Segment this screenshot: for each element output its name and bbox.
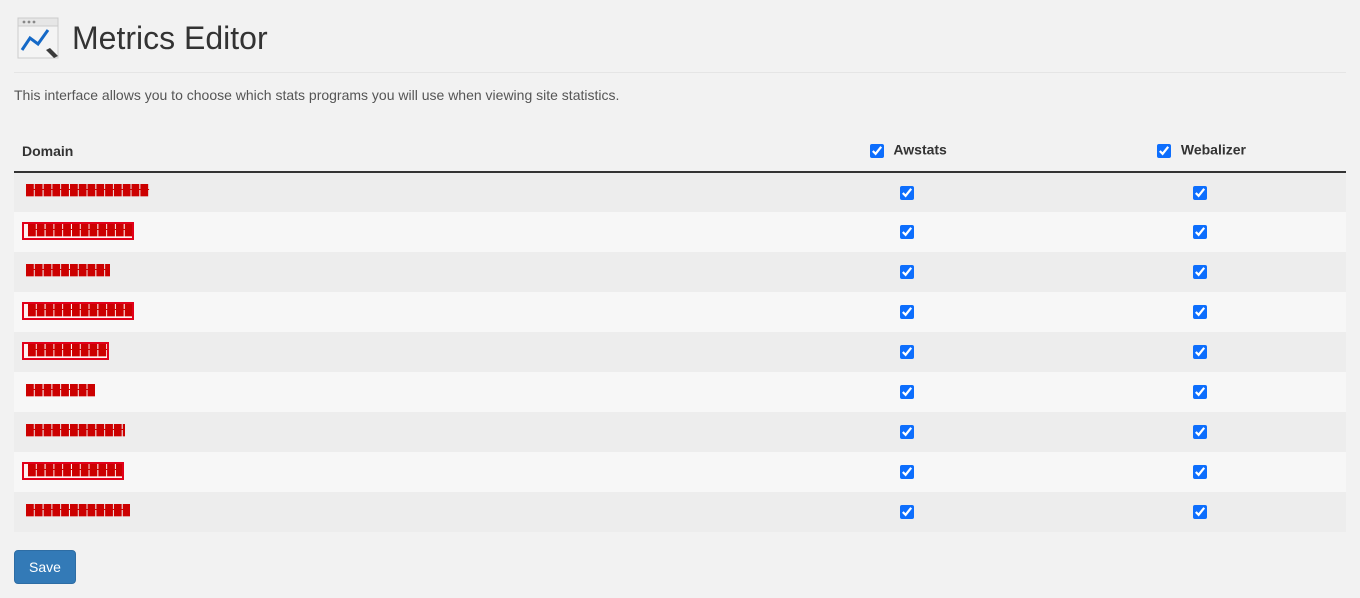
webalizer-cell <box>1053 332 1346 372</box>
domain-cell: ██████████████ <box>14 172 760 212</box>
webalizer-checkbox[interactable] <box>1193 425 1207 439</box>
webalizer-checkbox[interactable] <box>1193 345 1207 359</box>
metrics-icon <box>14 14 62 62</box>
webalizer-cell <box>1053 292 1346 332</box>
domain-cell: ██████████████ <box>14 292 760 332</box>
webalizer-cell <box>1053 412 1346 452</box>
domain-cell: █████████████ <box>14 212 760 252</box>
awstats-checkbox[interactable] <box>900 265 914 279</box>
column-header-webalizer: Webalizer <box>1053 131 1346 172</box>
page-title: Metrics Editor <box>72 20 268 57</box>
webalizer-checkbox[interactable] <box>1193 225 1207 239</box>
awstats-checkbox[interactable] <box>900 465 914 479</box>
awstats-checkbox[interactable] <box>900 186 914 200</box>
awstats-header-label: Awstats <box>893 142 946 158</box>
webalizer-header-label: Webalizer <box>1181 142 1246 158</box>
page-description: This interface allows you to choose whic… <box>14 87 1346 103</box>
webalizer-cell <box>1053 452 1346 492</box>
domain-cell: ██████████ <box>14 252 760 292</box>
awstats-checkbox[interactable] <box>900 225 914 239</box>
webalizer-checkbox[interactable] <box>1193 265 1207 279</box>
awstats-checkbox[interactable] <box>900 385 914 399</box>
table-body: ████████████████████████████████████████… <box>14 172 1346 532</box>
domain-redacted: ████████████ <box>22 462 124 480</box>
table-row: ████████████ <box>14 452 1346 492</box>
domain-cell: ████████████ <box>14 452 760 492</box>
webalizer-checkbox[interactable] <box>1193 305 1207 319</box>
metrics-table: Domain Awstats Webalizer ███████████████… <box>14 131 1346 532</box>
awstats-cell <box>760 452 1053 492</box>
awstats-cell <box>760 492 1053 532</box>
awstats-checkbox[interactable] <box>900 425 914 439</box>
awstats-cell <box>760 372 1053 412</box>
domain-redacted: ██████████ <box>22 342 109 360</box>
webalizer-checkbox[interactable] <box>1193 465 1207 479</box>
table-row: █████████████ <box>14 412 1346 452</box>
webalizer-checkbox[interactable] <box>1193 385 1207 399</box>
table-row: ██████████████ <box>14 292 1346 332</box>
domain-cell: ██████████████ <box>14 492 760 532</box>
webalizer-checkbox[interactable] <box>1193 505 1207 519</box>
column-header-awstats: Awstats <box>760 131 1053 172</box>
domain-redacted: █████████████ <box>22 424 125 438</box>
table-row: ██████████ <box>14 252 1346 292</box>
awstats-cell <box>760 212 1053 252</box>
awstats-checkbox[interactable] <box>900 505 914 519</box>
table-row: █████████████ <box>14 212 1346 252</box>
domain-cell: ██████████ <box>14 332 760 372</box>
table-row: ██████████████ <box>14 172 1346 212</box>
table-row: ████████ <box>14 372 1346 412</box>
awstats-cell <box>760 252 1053 292</box>
domain-redacted: ██████████████ <box>22 302 134 320</box>
awstats-cell <box>760 412 1053 452</box>
awstats-cell <box>760 332 1053 372</box>
column-header-domain: Domain <box>14 131 760 172</box>
domain-redacted: █████████████ <box>22 222 134 240</box>
webalizer-cell <box>1053 172 1346 212</box>
webalizer-all-checkbox[interactable] <box>1157 144 1171 158</box>
table-row: ██████████ <box>14 332 1346 372</box>
awstats-checkbox[interactable] <box>900 305 914 319</box>
table-row: ██████████████ <box>14 492 1346 532</box>
awstats-all-checkbox[interactable] <box>870 144 884 158</box>
domain-cell: █████████████ <box>14 412 760 452</box>
save-button[interactable]: Save <box>14 550 76 584</box>
domain-redacted: ██████████ <box>22 264 110 278</box>
webalizer-cell <box>1053 252 1346 292</box>
webalizer-checkbox[interactable] <box>1193 186 1207 200</box>
awstats-cell <box>760 292 1053 332</box>
awstats-checkbox[interactable] <box>900 345 914 359</box>
awstats-cell <box>760 172 1053 212</box>
page-header: Metrics Editor <box>14 14 1346 73</box>
domain-redacted: ██████████████ <box>22 504 130 518</box>
webalizer-cell <box>1053 372 1346 412</box>
domain-cell: ████████ <box>14 372 760 412</box>
domain-redacted: ██████████████ <box>22 184 170 198</box>
webalizer-cell <box>1053 492 1346 532</box>
domain-redacted: ████████ <box>22 384 95 398</box>
webalizer-cell <box>1053 212 1346 252</box>
